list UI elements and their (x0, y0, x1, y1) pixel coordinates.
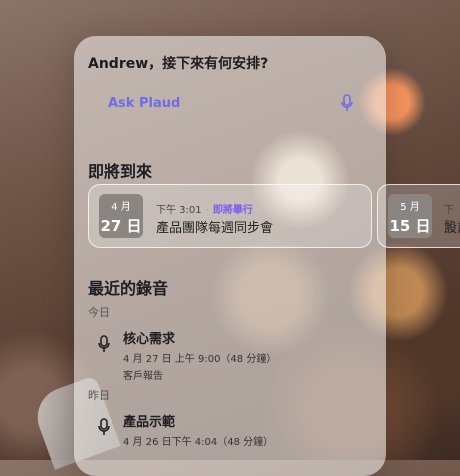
event-month: 5 月 (400, 202, 420, 213)
ask-plaud-label: Ask Plaud (108, 96, 181, 111)
microphone-icon[interactable] (340, 94, 354, 112)
microphone-icon (98, 335, 110, 352)
recording-tag: 客戶報告 (123, 371, 163, 382)
upcoming-section-title: 即將到來 (88, 162, 153, 181)
recording-meta: 4 月 26 日下午 4:04（48 分鐘） (123, 437, 274, 448)
event-day: 15 日 (389, 217, 431, 235)
group-label-yesterday: 昨日 (88, 389, 110, 402)
event-date-box: 5 月 15 日 (388, 194, 432, 238)
separator-dot: · (205, 205, 209, 216)
microphone-icon (98, 418, 110, 435)
recordings-section-title: 最近的錄音 (88, 279, 169, 298)
event-date-box: 4 月 27 日 (99, 194, 143, 238)
recording-meta: 4 月 27 日 上午 9:00（48 分鐘） (123, 354, 277, 365)
recording-title: 核心需求 (123, 332, 176, 347)
event-month: 4 月 (111, 202, 131, 213)
event-title: 產品團隊每週同步會 (156, 221, 274, 236)
recording-title: 產品示範 (123, 415, 176, 430)
event-status: 即將舉行 (212, 205, 253, 216)
group-label-today: 今日 (88, 306, 110, 319)
event-title: 設計 (444, 221, 460, 236)
greeting-text: Andrew，接下來有何安排? (88, 56, 269, 72)
event-time-row: 下午 3:01 · 即將舉行 (156, 201, 253, 216)
event-day: 27 日 (100, 217, 142, 235)
event-time: 下午 3:01 (156, 205, 202, 216)
